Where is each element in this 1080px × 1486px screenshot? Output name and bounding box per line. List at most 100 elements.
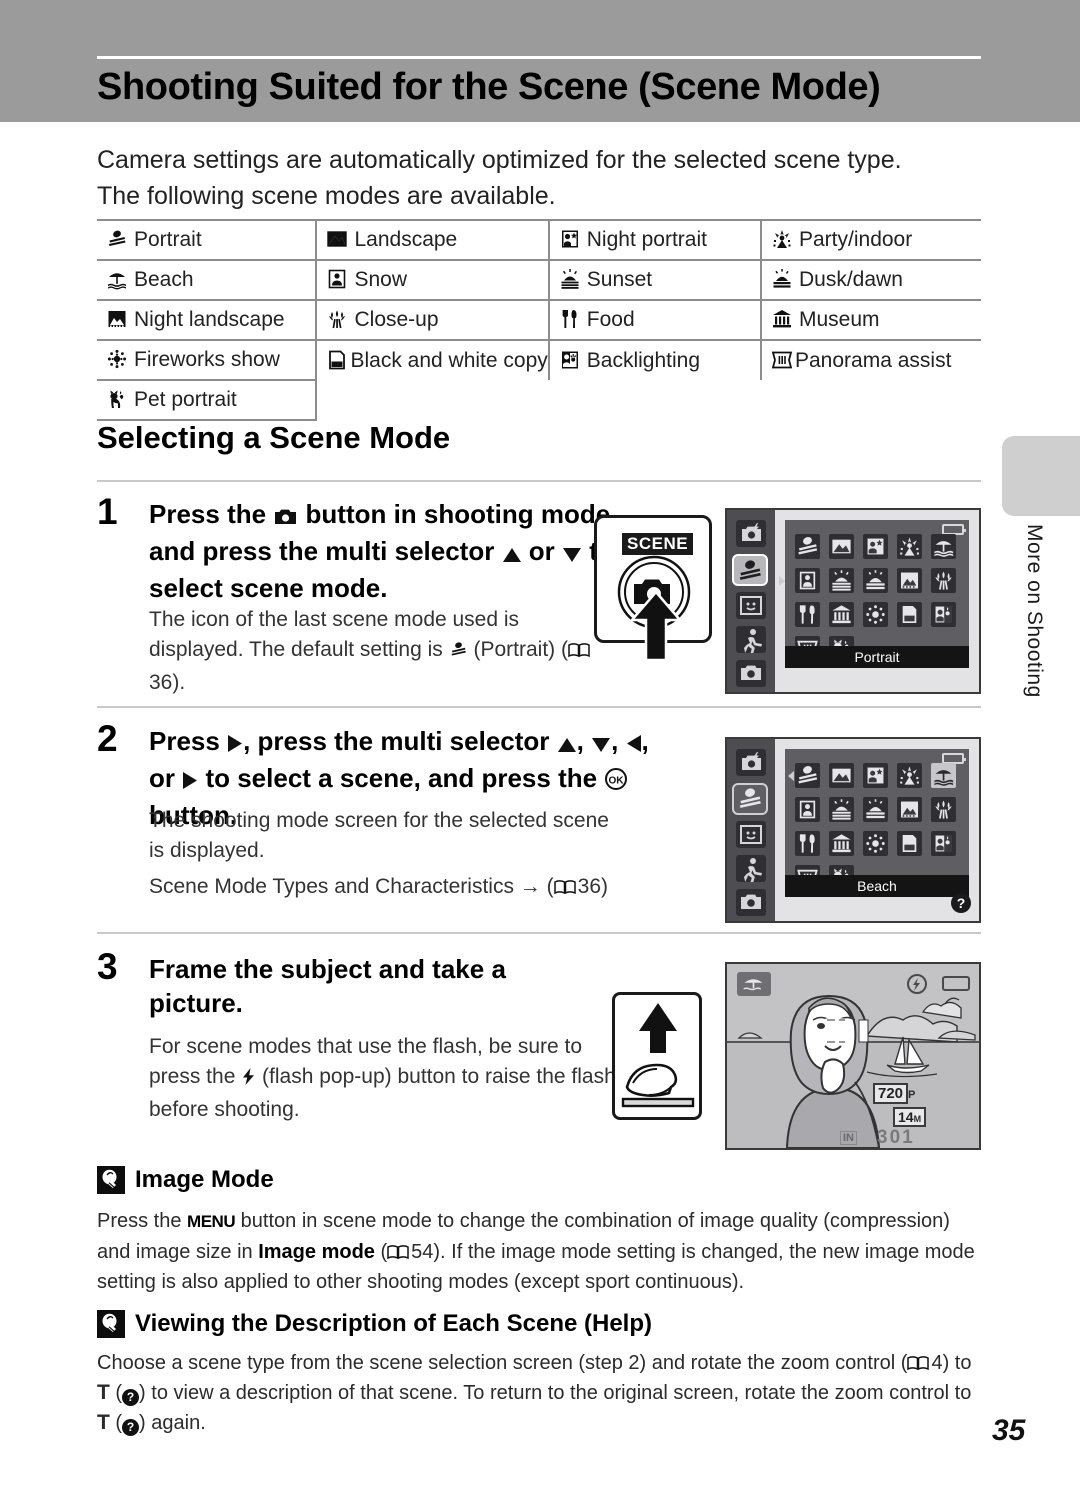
grid-backlighting-icon[interactable] <box>931 831 956 856</box>
scene-label: Sunset <box>586 268 653 291</box>
arrow-down-icon <box>591 727 611 761</box>
note-1-body-a: Press the <box>97 1210 188 1232</box>
movie-mode-value: 720 <box>873 1083 909 1104</box>
scene-label: Backlighting <box>586 348 700 372</box>
note-2-body-e: ( <box>109 1412 123 1434</box>
scene-button-illustration: SCENE <box>594 515 712 662</box>
grid-night-landscape-icon[interactable] <box>897 797 922 822</box>
movie-mode-indicator: 720 P <box>873 1083 915 1104</box>
scene-cell-food: Food <box>548 299 763 340</box>
grid-landscape-icon[interactable] <box>829 534 854 559</box>
smart-portrait-mode-icon[interactable] <box>736 821 766 848</box>
grid-night-landscape-icon[interactable] <box>897 568 922 593</box>
scene-label: Fireworks show <box>134 348 280 371</box>
auto-mode-icon[interactable] <box>736 889 766 916</box>
ok-button-icon: OK <box>604 764 628 798</box>
finger-press-icon <box>621 1003 695 1108</box>
grid-night-portrait-icon[interactable] <box>863 763 888 788</box>
grid-fireworks-icon[interactable] <box>863 831 888 856</box>
grid-party-indoor-icon[interactable] <box>897 763 922 788</box>
step-1-page-ref: 36 <box>149 671 173 694</box>
scene-label: Landscape <box>354 228 458 251</box>
landscape-icon <box>326 228 348 250</box>
dusk-dawn-icon <box>771 268 793 290</box>
fireworks-icon <box>106 348 128 370</box>
arrow-right-icon <box>227 727 243 761</box>
scene-cell-empty <box>316 380 548 420</box>
help-question-icon: ? <box>122 1389 140 1406</box>
night-landscape-icon <box>106 308 128 330</box>
grid-beach-icon[interactable] <box>931 534 956 559</box>
close-up-icon <box>326 308 348 330</box>
step-2-body-b-text: Scene Mode Types and Characteristics → ( <box>149 875 554 898</box>
pet-portrait-icon <box>106 388 128 410</box>
grid-snow-icon[interactable] <box>795 568 820 593</box>
scene-mode-table: Portrait Landscape Night portrait Party/… <box>97 219 981 421</box>
scene-mode-icon[interactable] <box>732 554 768 586</box>
grid-food-icon[interactable] <box>795 831 820 856</box>
book-reference-icon <box>568 637 590 658</box>
bw-copy-icon <box>326 349 348 371</box>
sport-mode-icon[interactable] <box>736 855 766 883</box>
grid-dusk-dawn-icon[interactable] <box>863 797 888 822</box>
arrow-right-icon <box>182 764 198 798</box>
step-1-body: The icon of the last scene mode used is … <box>149 605 619 698</box>
grid-sunset-icon[interactable] <box>829 797 854 822</box>
grid-bw-copy-icon[interactable] <box>897 831 922 856</box>
grid-party-indoor-icon[interactable] <box>897 534 922 559</box>
grid-close-up-icon[interactable] <box>931 568 956 593</box>
grid-dusk-dawn-icon[interactable] <box>863 568 888 593</box>
step-2-head-d: , <box>611 726 626 756</box>
mode-sidebar-1 <box>727 510 775 692</box>
grid-museum-icon[interactable] <box>829 602 854 627</box>
scene-label: Food <box>586 308 635 331</box>
step-2-body-c: ) <box>601 875 608 898</box>
note-2-title-row: Viewing the Description of Each Scene (H… <box>97 1310 652 1338</box>
auto-mode-icon[interactable] <box>736 660 766 687</box>
step-3-body: For scene modes that use the flash, be s… <box>149 1032 629 1125</box>
scene-label: Snow <box>354 268 408 291</box>
step-3-heading: Frame the subject and take a picture. <box>149 954 506 1018</box>
auto-flash-mode-icon[interactable] <box>736 749 766 776</box>
grid-museum-icon[interactable] <box>829 831 854 856</box>
auto-flash-mode-icon[interactable] <box>736 520 766 547</box>
grid-backlighting-icon[interactable] <box>931 602 956 627</box>
menu-button-label: MENU <box>187 1212 236 1231</box>
museum-icon <box>771 308 793 330</box>
scene-caption-1: Portrait <box>785 646 969 668</box>
step-1-heading: Press the button in shooting mode and pr… <box>149 497 619 605</box>
side-tab-marker <box>1002 436 1080 516</box>
beach-icon <box>106 268 128 290</box>
grid-sunset-icon[interactable] <box>829 568 854 593</box>
grid-portrait-icon[interactable] <box>795 763 820 788</box>
grid-food-icon[interactable] <box>795 602 820 627</box>
scene-menu-screen-2: Beach ? <box>725 737 981 923</box>
grid-portrait-icon[interactable] <box>795 534 820 559</box>
grid-bw-copy-icon[interactable] <box>897 602 922 627</box>
help-badge-icon[interactable]: ? <box>951 893 971 913</box>
book-reference-icon <box>553 874 576 895</box>
flash-icon <box>241 1065 256 1095</box>
scene-caption-2: Beach <box>785 875 969 897</box>
intro-paragraph: Camera settings are automatically optimi… <box>97 146 902 210</box>
panorama-assist-icon <box>771 349 793 371</box>
scene-cell-backlighting: Backlighting <box>548 339 763 380</box>
smart-portrait-mode-icon[interactable] <box>736 592 766 619</box>
grid-landscape-icon[interactable] <box>829 763 854 788</box>
grid-snow-icon[interactable] <box>795 797 820 822</box>
book-reference-icon <box>907 1350 930 1371</box>
grid-close-up-icon[interactable] <box>931 797 956 822</box>
image-size-indicator: 14M <box>893 1107 927 1127</box>
image-size-value: 14 <box>898 1109 914 1125</box>
scene-label: Black and white copy <box>350 348 548 372</box>
scene-cell-portrait: Portrait <box>97 219 318 260</box>
grid-night-portrait-icon[interactable] <box>863 534 888 559</box>
step-1-body-c: ). <box>172 671 186 694</box>
scene-mode-icon[interactable] <box>732 783 768 815</box>
side-tab-label: More on Shooting <box>1023 524 1046 698</box>
note-2-body-f: ) again. <box>139 1412 206 1434</box>
press-up-arrow-icon <box>629 590 683 662</box>
grid-beach-icon[interactable] <box>931 763 956 788</box>
sport-mode-icon[interactable] <box>736 626 766 654</box>
grid-fireworks-icon[interactable] <box>863 602 888 627</box>
